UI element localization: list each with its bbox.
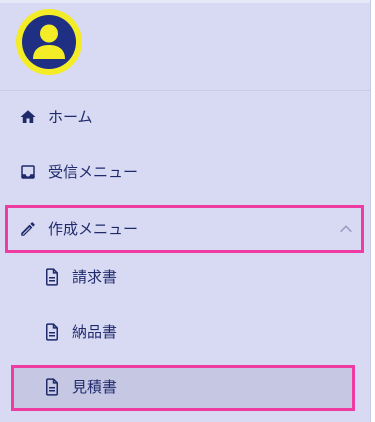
sidebar-drawer: ホーム 受信メニュー 作成メニュー 請求書 納品書 見積書: [0, 0, 371, 422]
menu-item-create-label: 作成メニュー: [48, 220, 139, 238]
inbox-icon: [18, 162, 38, 182]
submenu-item-delivery-note[interactable]: 納品書: [0, 305, 370, 359]
menu-item-home-label: ホーム: [48, 108, 93, 126]
document-icon: [42, 377, 62, 397]
top-strip: [0, 0, 370, 3]
submenu-item-invoice-label: 請求書: [72, 268, 118, 286]
user-avatar[interactable]: [16, 9, 82, 75]
menu-item-inbox[interactable]: 受信メニュー: [0, 145, 370, 199]
document-icon: [42, 267, 62, 287]
menu-item-inbox-label: 受信メニュー: [48, 163, 139, 181]
submenu-item-delivery-note-label: 納品書: [72, 323, 118, 341]
pencil-icon: [18, 219, 38, 239]
user-avatar-icon: [22, 15, 76, 69]
chevron-up-icon[interactable]: [338, 221, 354, 237]
submenu-item-estimate-label: 見積書: [72, 378, 118, 396]
menu-item-home[interactable]: ホーム: [0, 90, 370, 144]
submenu-item-invoice[interactable]: 請求書: [0, 250, 370, 304]
document-icon: [42, 322, 62, 342]
menu-item-create[interactable]: 作成メニュー: [0, 202, 370, 256]
submenu-item-estimate[interactable]: 見積書: [0, 360, 370, 414]
home-icon: [18, 107, 38, 127]
